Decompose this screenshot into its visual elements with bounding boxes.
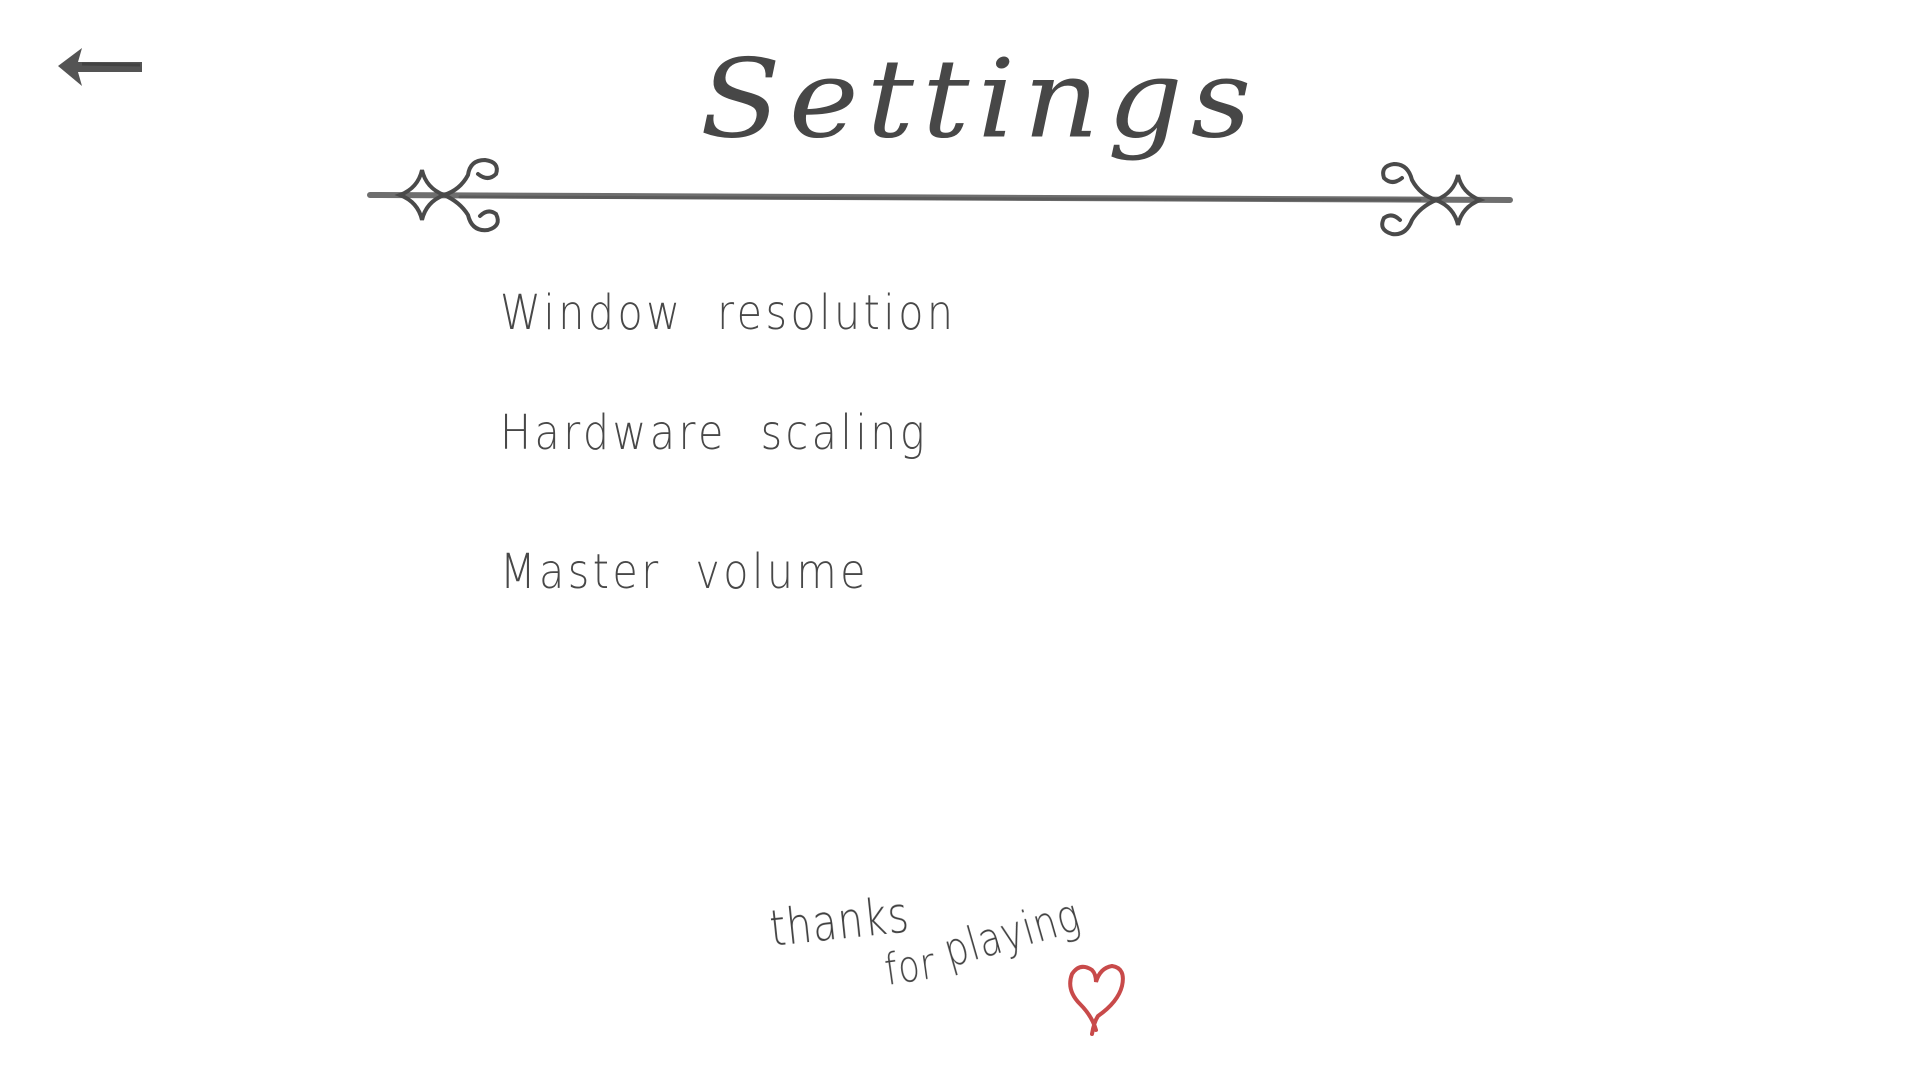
page-title: Settings (700, 35, 1260, 163)
arrow-left-icon (58, 48, 142, 86)
ornamental-divider (367, 157, 1513, 237)
heart-icon (1068, 963, 1125, 1036)
menu-item-master-volume[interactable]: Master volume (500, 544, 869, 600)
thanks-message: thanks for playing (767, 880, 1150, 1040)
menu-item-window-resolution[interactable]: Window resolution (500, 285, 956, 341)
back-button[interactable] (52, 42, 148, 96)
menu-item-hardware-scaling[interactable]: Hardware scaling (500, 405, 928, 461)
thanks-word-2: for (881, 938, 939, 996)
